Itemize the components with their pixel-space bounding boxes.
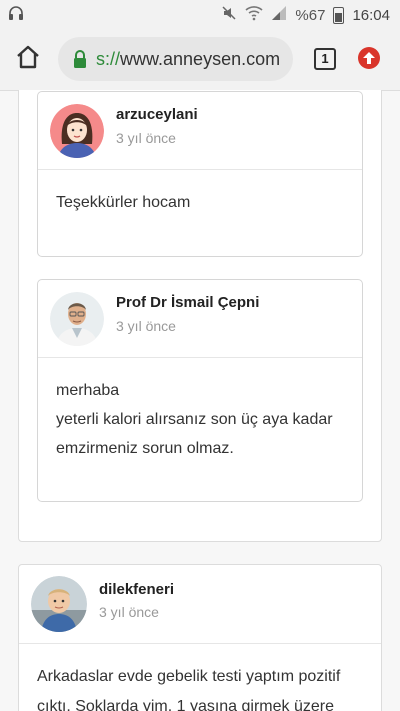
mute-icon [221, 5, 237, 25]
reply-text-line: emzirmeniz sorun olmaz. [56, 440, 234, 457]
tab-switcher-button[interactable]: 1 [314, 48, 336, 70]
arrow-up-icon [363, 52, 375, 64]
page-content: arzuceylani 3 yıl önce Teşekkürler hocam [0, 90, 400, 711]
headphones-icon [8, 5, 24, 25]
timestamp: 3 yıl önce [116, 318, 176, 334]
home-icon [17, 45, 39, 69]
reply-text-line: Teşekkürler hocam [56, 194, 191, 211]
url-scheme: s:// [96, 48, 121, 69]
post-header: dilekfeneri 3 yıl önce [19, 565, 381, 644]
url-text: s://www.anneysen.com [96, 49, 280, 70]
lock-icon [72, 49, 88, 69]
avatar[interactable] [50, 104, 104, 158]
avatar[interactable] [31, 576, 87, 632]
signal-icon [271, 5, 287, 25]
home-button[interactable] [14, 43, 42, 71]
reply-text-line: merhaba [56, 382, 120, 399]
username[interactable]: arzuceylani [116, 106, 198, 123]
reply-body: merhaba yeterli kalori alırsanız son üç … [38, 358, 362, 481]
address-bar[interactable]: s://www.anneysen.com [58, 37, 293, 81]
reply-text-line: yeterli kalori alırsanız son üç aya kada… [56, 411, 333, 428]
browser-toolbar: s://www.anneysen.com 1 [0, 28, 400, 91]
username[interactable]: dilekfeneri [99, 581, 174, 598]
update-button[interactable] [358, 47, 380, 69]
clock-time: 16:04 [352, 6, 390, 24]
reply-header: Prof Dr İsmail Çepni 3 yıl önce [38, 280, 362, 358]
status-bar: %67 16:04 [0, 0, 400, 28]
post-card: dilekfeneri 3 yıl önce Arkadaslar evde g… [18, 564, 382, 711]
timestamp: 3 yıl önce [99, 604, 159, 620]
post-body: Arkadaslar evde gebelik testi yaptım poz… [19, 644, 381, 711]
url-host: www.anneysen.com [120, 48, 281, 69]
avatar[interactable] [50, 292, 104, 346]
username[interactable]: Prof Dr İsmail Çepni [116, 294, 259, 311]
reply-body: Teşekkürler hocam [38, 170, 362, 235]
post-text-line: çıktı. Şoklarda yim. 1 yaşına girmek üze… [37, 698, 334, 711]
wifi-icon [245, 5, 263, 25]
post-text-line: Arkadaslar evde gebelik testi yaptım poz… [37, 668, 341, 685]
battery-icon [333, 6, 345, 24]
reply-card: Prof Dr İsmail Çepni 3 yıl önce merhaba … [37, 279, 363, 502]
reply-header: arzuceylani 3 yıl önce [38, 92, 362, 170]
battery-percent: %67 [295, 6, 326, 24]
timestamp: 3 yıl önce [116, 130, 176, 146]
reply-card: arzuceylani 3 yıl önce Teşekkürler hocam [37, 91, 363, 257]
